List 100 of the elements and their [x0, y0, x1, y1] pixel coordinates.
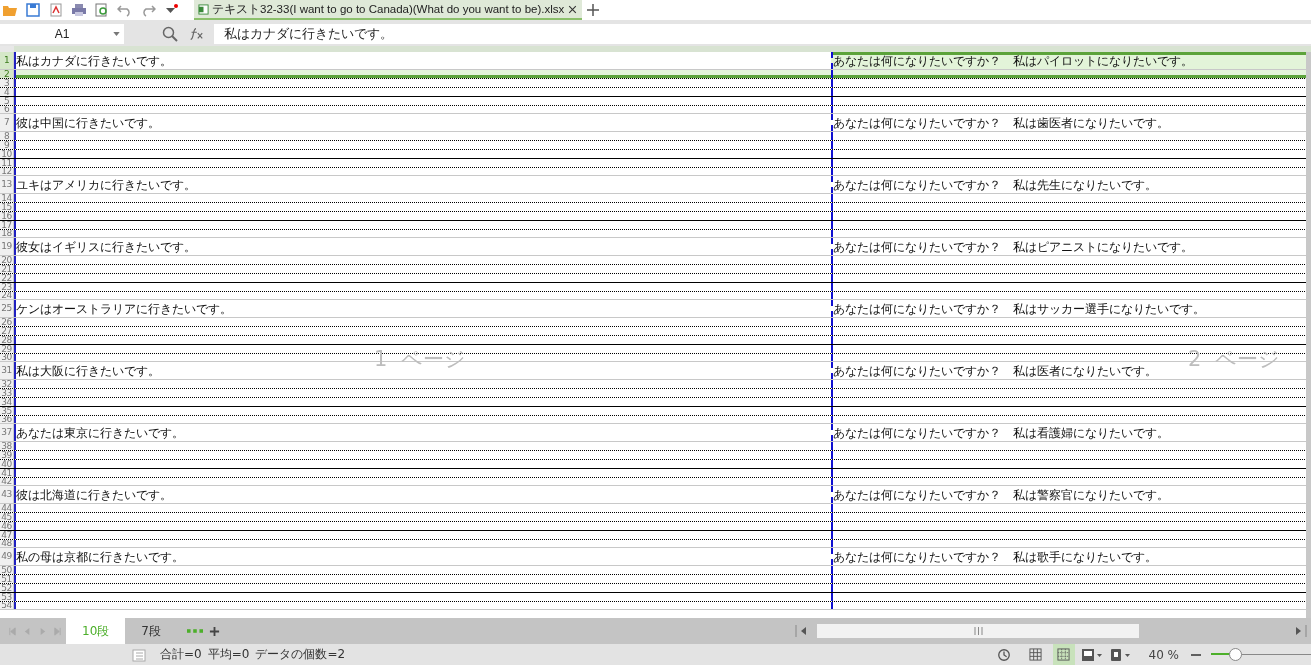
row-number[interactable]: 31	[0, 362, 14, 379]
sheet-tab[interactable]: 10段	[66, 618, 126, 644]
table-cell: あなたは何になりたいですか？ 私は警察官になりたいです。	[833, 487, 1169, 502]
preview-icon[interactable]	[94, 3, 110, 17]
table-cell: ユキはアメリカに行きたいです。	[16, 177, 196, 192]
row-number[interactable]: 35	[0, 407, 14, 415]
row-number[interactable]: 37	[0, 424, 14, 441]
row-number[interactable]: 42	[0, 478, 14, 485]
row-number[interactable]: 29	[0, 345, 14, 353]
row-number[interactable]: 25	[0, 300, 14, 317]
row-number[interactable]: 34	[0, 398, 14, 406]
table-cell: あなたは何になりたいですか？ 私はサッカー選手になりたいです。	[833, 301, 1205, 316]
row-number[interactable]: 22	[0, 274, 14, 282]
zoom-icon[interactable]	[162, 26, 178, 42]
name-box[interactable]: A1	[0, 24, 124, 44]
row-number[interactable]: 2	[0, 70, 14, 78]
table-cell: あなたは何になりたいですか？ 私はピアニストになりたいです。	[833, 239, 1193, 254]
formula-field[interactable]: 私はカナダに行きたいです。	[214, 24, 1311, 44]
file-tab[interactable]: テキスト32-33(I want to go to Canada)(What do you want to be).xlsx	[194, 0, 583, 20]
scrollbar[interactable]	[1306, 52, 1311, 618]
function-icon[interactable]	[188, 26, 204, 42]
table-cell: ケンはオーストラリアに行きたいです。	[16, 301, 232, 316]
row-number[interactable]: 41	[0, 469, 14, 477]
page-label: 1 ページ	[374, 346, 466, 373]
add-sheet-icon[interactable]	[208, 625, 220, 637]
row-number[interactable]: 7	[0, 114, 14, 131]
scroll-right-icon[interactable]	[1293, 625, 1307, 637]
reading-mode-icon[interactable]	[1108, 647, 1131, 662]
row-number[interactable]: 23	[0, 283, 14, 291]
row-number[interactable]: 21	[0, 265, 14, 273]
row-number[interactable]: 52	[0, 584, 14, 592]
undo-icon[interactable]	[117, 3, 133, 17]
scrollbar[interactable]	[817, 624, 1139, 638]
table-cell: あなたは何になりたいですか？ 私は歯医者になりたいです。	[833, 115, 1169, 130]
row-number[interactable]: 38	[0, 442, 14, 450]
grid-icon	[1029, 648, 1042, 661]
table-cell: 私の母は京都に行きたいです。	[16, 549, 184, 564]
zoom-slider[interactable]	[1211, 647, 1311, 662]
caret-icon	[113, 32, 120, 36]
close-icon[interactable]	[567, 3, 579, 15]
add-tab-icon[interactable]	[585, 3, 602, 17]
row-number[interactable]: 20	[0, 256, 14, 264]
page-break-view-button[interactable]	[1052, 644, 1075, 665]
row-number[interactable]: 9	[0, 141, 14, 149]
scroll-left-icon[interactable]	[795, 625, 809, 637]
row-number[interactable]: 10	[0, 150, 14, 158]
row-number[interactable]: 51	[0, 575, 14, 583]
row-number[interactable]: 26	[0, 318, 14, 326]
print-icon[interactable]	[71, 3, 87, 17]
row-number[interactable]: 32	[0, 380, 14, 388]
row-number[interactable]: 47	[0, 531, 14, 539]
row-number[interactable]: 13	[0, 176, 14, 193]
row-number[interactable]: 49	[0, 548, 14, 565]
row-number[interactable]: 1	[0, 52, 14, 69]
table-cell: あなたは何になりたいですか？ 私は看護婦になりたいです。	[833, 425, 1169, 440]
row-number[interactable]: 44	[0, 504, 14, 512]
row-number[interactable]: 24	[0, 292, 14, 299]
row-number[interactable]: 45	[0, 513, 14, 521]
layout-icon[interactable]	[1080, 647, 1103, 662]
history-icon[interactable]	[996, 647, 1011, 662]
table-cell: 私はカナダに行きたいです。	[16, 53, 172, 68]
row-number[interactable]: 16	[0, 212, 14, 220]
row-number[interactable]: 43	[0, 486, 14, 503]
row-number[interactable]: 39	[0, 451, 14, 459]
row-number[interactable]: 28	[0, 336, 14, 344]
pdf-icon[interactable]	[48, 3, 64, 17]
row-number[interactable]: 15	[0, 203, 14, 211]
row-number[interactable]: 40	[0, 460, 14, 468]
spreadsheet-icon	[198, 3, 209, 15]
redo-icon[interactable]	[140, 3, 156, 17]
table-cell: あなたは何になりたいですか？ 私は歌手になりたいです。	[833, 549, 1157, 564]
row-number[interactable]: 6	[0, 106, 14, 113]
table-cell: 彼は中国に行きたいです。	[16, 115, 160, 130]
folder-icon[interactable]	[2, 3, 18, 17]
row-number[interactable]: 53	[0, 593, 14, 601]
row-number[interactable]: 14	[0, 194, 14, 202]
table-cell: あなたは何になりたいですか？ 私はパイロットになりたいです。	[833, 53, 1193, 68]
page-grid-icon	[1057, 648, 1070, 661]
row-number[interactable]: 48	[0, 540, 14, 547]
row-number[interactable]: 3	[0, 79, 14, 87]
row-number[interactable]: 54	[0, 602, 14, 609]
row-number[interactable]: 36	[0, 416, 14, 423]
row-number[interactable]: 30	[0, 354, 14, 361]
file-name: テキスト32-33(I want to go to Canada)(What do you want to be).xlsx	[212, 1, 565, 17]
row-number[interactable]: 17	[0, 221, 14, 229]
page-label: 2 ページ	[1188, 346, 1280, 373]
row-number[interactable]: 46	[0, 522, 14, 530]
row-number[interactable]: 18	[0, 230, 14, 237]
row-number[interactable]: 5	[0, 97, 14, 105]
row-number[interactable]: 12	[0, 168, 14, 175]
row-number[interactable]: 19	[0, 238, 14, 255]
table-cell: 彼女はイギリスに行きたいです。	[16, 239, 196, 254]
row-number[interactable]: 50	[0, 566, 14, 574]
row-number[interactable]: 8	[0, 132, 14, 140]
row-number[interactable]: 11	[0, 159, 14, 167]
row-number[interactable]: 4	[0, 88, 14, 96]
grip-icon	[973, 627, 983, 635]
row-number[interactable]: 33	[0, 389, 14, 397]
row-number[interactable]: 27	[0, 327, 14, 335]
save-icon[interactable]	[25, 3, 41, 17]
